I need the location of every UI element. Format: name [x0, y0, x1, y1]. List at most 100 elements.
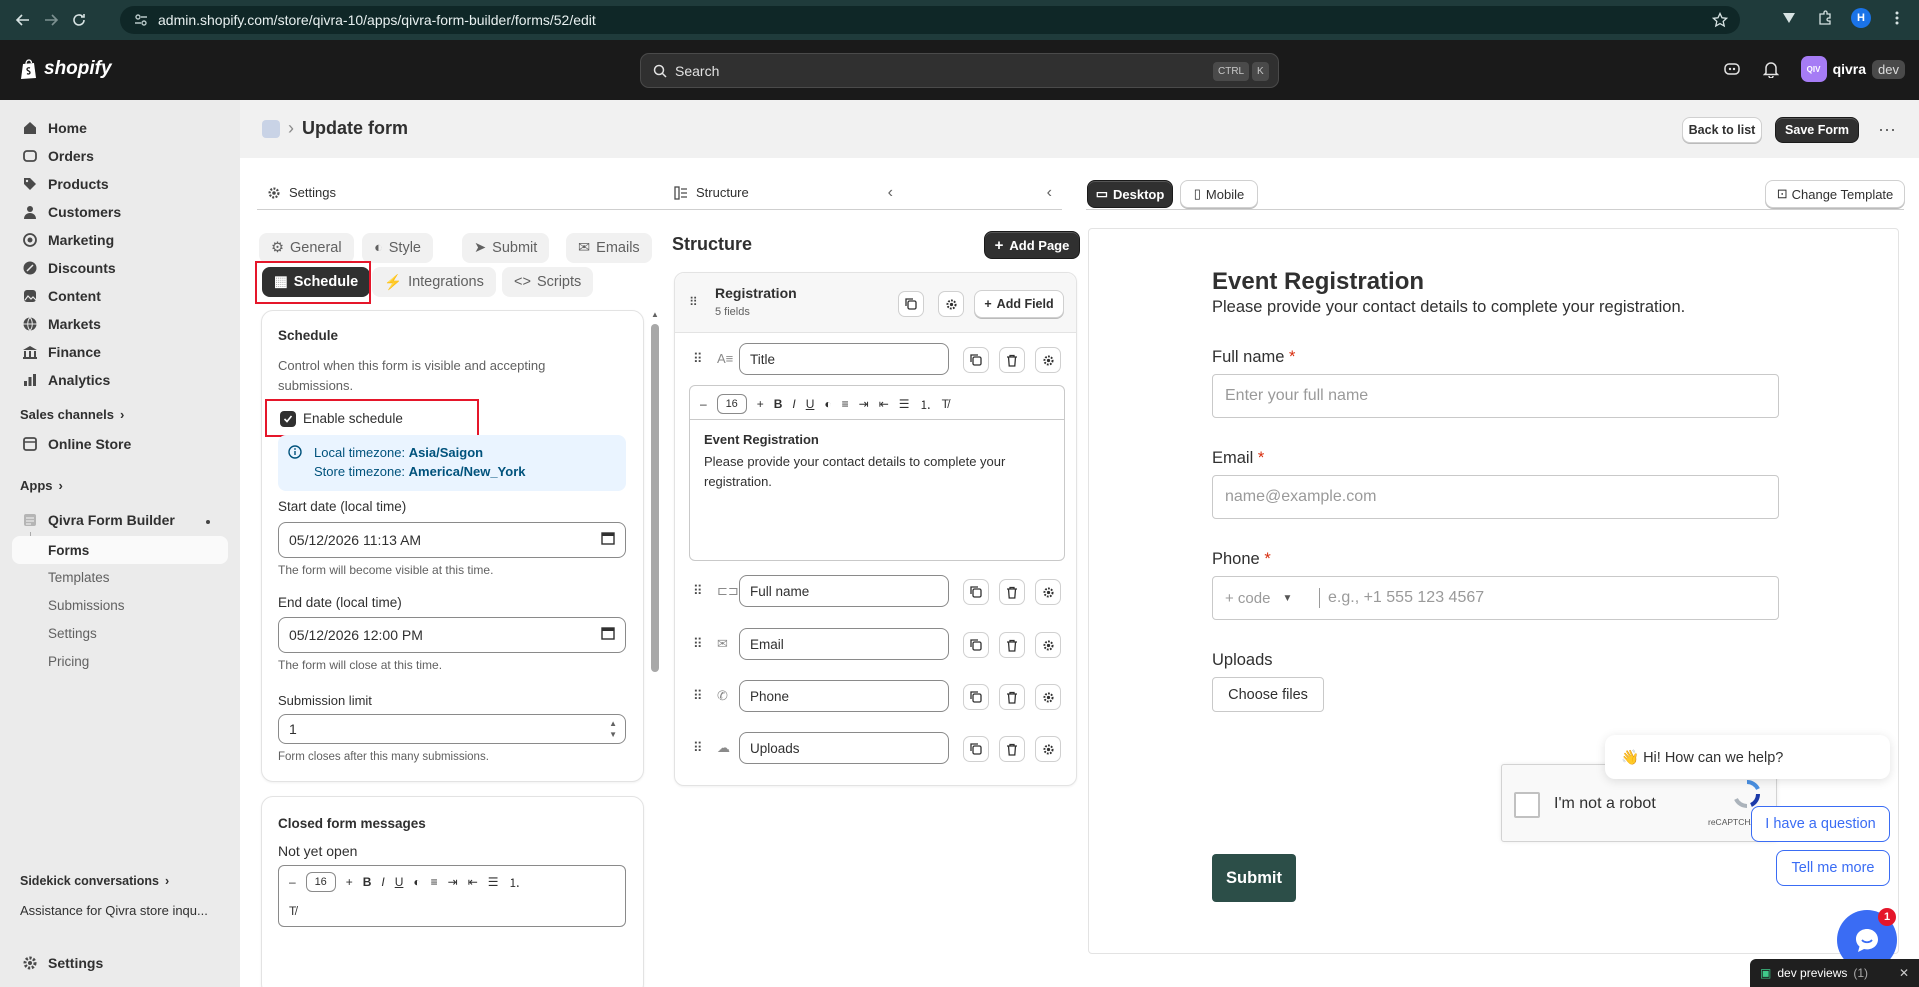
delete-field-button[interactable]: [999, 347, 1025, 373]
title-field-input[interactable]: Title: [739, 343, 949, 375]
tab-style[interactable]: ◐ Style: [362, 233, 434, 263]
numbered-list-icon[interactable]: ⒈: [920, 396, 932, 413]
sidebar-subitem-templates[interactable]: Templates: [48, 570, 110, 585]
delete-field-button[interactable]: [999, 736, 1025, 762]
font-size-input[interactable]: 16: [716, 394, 747, 414]
forward-arrow-icon[interactable]: [40, 9, 62, 31]
bookmark-star-icon[interactable]: [1712, 12, 1728, 28]
settings-scrollbar[interactable]: ▲ ▼: [650, 310, 660, 987]
underline-icon[interactable]: U: [395, 875, 404, 889]
indent-icon[interactable]: ⇥: [448, 875, 458, 889]
vpn-extension-icon[interactable]: [1779, 8, 1799, 28]
tab-scripts[interactable]: <> Scripts: [502, 267, 594, 297]
change-template-button[interactable]: ⊡ Change Template: [1765, 180, 1905, 208]
collapse-chevron-icon[interactable]: ‹: [1047, 184, 1052, 202]
phone-number-input[interactable]: e.g., +1 555 123 4567: [1320, 589, 1484, 607]
sidebar-item-qivra-app[interactable]: Qivra Form Builder: [22, 512, 222, 528]
sidekick-icon[interactable]: [1723, 60, 1741, 78]
sidebar-subitem-pricing[interactable]: Pricing: [48, 654, 89, 669]
indent-icon[interactable]: ⇥: [859, 397, 869, 411]
sidebar-subitem-submissions[interactable]: Submissions: [48, 598, 125, 613]
align-icon[interactable]: ≡: [842, 397, 849, 411]
page-settings-button[interactable]: [938, 291, 964, 317]
not-yet-open-editor[interactable]: – 16 + B I U ◐ ≡ ⇥ ⇤ ☰ ⒈ T̸: [278, 865, 626, 927]
clear-format-icon[interactable]: T̸: [942, 397, 949, 411]
italic-icon[interactable]: I: [381, 875, 384, 889]
duplicate-field-button[interactable]: [963, 736, 989, 762]
delete-field-button[interactable]: [999, 579, 1025, 605]
sidekick-conversations-header[interactable]: Sidekick conversations ›: [20, 874, 169, 888]
sidebar-item-content[interactable]: Content: [22, 286, 101, 306]
end-date-input[interactable]: 05/12/2026 12:00 PM: [278, 617, 626, 653]
sidekick-conversation-item[interactable]: Assistance for Qivra store inqu...: [20, 903, 208, 918]
drag-handle-icon[interactable]: ⠿: [689, 295, 698, 309]
calendar-icon[interactable]: [601, 531, 615, 545]
title-rich-text-editor[interactable]: – 16 + B I U ◐ ≡ ⇥ ⇤ ☰ ⒈ T̸ Event Regist…: [689, 385, 1065, 561]
tab-submit[interactable]: ➤ Submit: [462, 233, 550, 263]
more-actions-icon[interactable]: ⋯: [1878, 120, 1897, 141]
sidebar-item-products[interactable]: Products: [22, 174, 109, 194]
italic-icon[interactable]: I: [792, 397, 795, 411]
drag-handle-icon[interactable]: ⠿: [693, 351, 703, 367]
sidebar-item-analytics[interactable]: Analytics: [22, 370, 110, 390]
sidebar-item-customers[interactable]: Customers: [22, 202, 121, 222]
browser-profile-avatar[interactable]: H: [1851, 8, 1871, 28]
font-decrease-icon[interactable]: –: [700, 397, 707, 411]
delete-field-button[interactable]: [999, 632, 1025, 658]
phone-field-input[interactable]: Phone: [739, 680, 949, 712]
field-settings-button[interactable]: [1035, 632, 1061, 658]
font-increase-icon[interactable]: +: [346, 875, 353, 889]
chat-question-button[interactable]: I have a question: [1751, 806, 1890, 842]
drag-handle-icon[interactable]: ⠿: [693, 636, 703, 652]
calendar-icon[interactable]: [601, 626, 615, 640]
outdent-icon[interactable]: ⇤: [468, 875, 478, 889]
preview-fullname-input[interactable]: Enter your full name: [1212, 374, 1779, 418]
font-decrease-icon[interactable]: –: [289, 875, 296, 889]
back-arrow-icon[interactable]: [12, 9, 34, 31]
drag-handle-icon[interactable]: ⠿: [693, 740, 703, 756]
shopify-logo[interactable]: shopify: [20, 58, 112, 80]
tab-emails[interactable]: ✉ Emails: [566, 233, 652, 263]
submission-limit-input[interactable]: 1 ▲ ▼: [278, 714, 626, 744]
numbered-list-icon[interactable]: ⒈: [509, 874, 521, 891]
bullet-list-icon[interactable]: ☰: [488, 875, 499, 889]
extensions-icon[interactable]: [1815, 8, 1835, 28]
full-name-field-input[interactable]: Full name: [739, 575, 949, 607]
duplicate-field-button[interactable]: [963, 632, 989, 658]
duplicate-page-button[interactable]: [898, 291, 924, 317]
tab-general[interactable]: ⚙ General: [259, 233, 354, 263]
underline-icon[interactable]: U: [806, 397, 815, 411]
back-to-list-button[interactable]: Back to list: [1682, 117, 1762, 143]
start-date-input[interactable]: 05/12/2026 11:13 AM: [278, 522, 626, 558]
bold-icon[interactable]: B: [774, 397, 783, 411]
sidebar-subitem-forms[interactable]: Forms: [12, 536, 228, 564]
duplicate-field-button[interactable]: [963, 347, 989, 373]
field-settings-button[interactable]: [1035, 347, 1061, 373]
field-settings-button[interactable]: [1035, 579, 1061, 605]
reload-icon[interactable]: [68, 9, 90, 31]
sidebar-item-discounts[interactable]: Discounts: [22, 258, 116, 278]
phone-code-select[interactable]: + code ▼: [1213, 577, 1319, 619]
site-info-icon[interactable]: [134, 13, 148, 27]
sidebar-item-marketing[interactable]: Marketing: [22, 230, 114, 250]
color-palette-icon[interactable]: ◐: [824, 397, 831, 411]
uploads-field-input[interactable]: Uploads: [739, 732, 949, 764]
sidebar-item-online-store[interactable]: Online Store: [22, 434, 131, 454]
sales-channels-header[interactable]: Sales channels ›: [20, 407, 124, 422]
close-icon[interactable]: ✕: [1899, 966, 1909, 980]
address-bar[interactable]: admin.shopify.com/store/qivra-10/apps/qi…: [120, 6, 1740, 34]
choose-files-button[interactable]: Choose files: [1212, 677, 1324, 712]
sidebar-item-home[interactable]: Home: [22, 118, 87, 138]
scroll-up-icon[interactable]: ▲: [651, 310, 659, 319]
tab-integrations[interactable]: ⚡ Integrations: [372, 267, 496, 297]
field-settings-button[interactable]: [1035, 736, 1061, 762]
preview-email-input[interactable]: name@example.com: [1212, 475, 1779, 519]
font-increase-icon[interactable]: +: [757, 397, 764, 411]
chat-tell-more-button[interactable]: Tell me more: [1776, 850, 1890, 886]
sidebar-item-markets[interactable]: Markets: [22, 314, 101, 334]
chat-greeting-bubble[interactable]: 👋 Hi! How can we help?: [1605, 735, 1890, 779]
add-field-button[interactable]: + Add Field: [974, 290, 1064, 318]
mobile-view-button[interactable]: ▯ Mobile: [1180, 180, 1258, 208]
bold-icon[interactable]: B: [363, 875, 372, 889]
email-field-input[interactable]: Email: [739, 628, 949, 660]
